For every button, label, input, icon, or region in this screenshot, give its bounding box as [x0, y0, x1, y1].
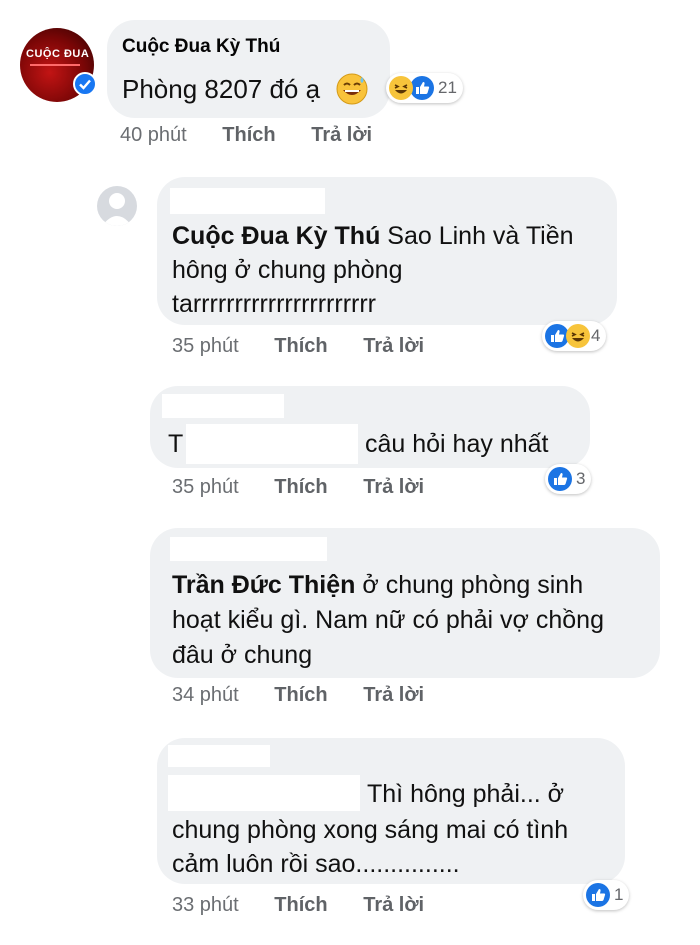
- comment-text: cảm luôn rồi sao...............: [172, 850, 460, 878]
- reply-button[interactable]: Trả lời: [363, 476, 424, 498]
- reply-button[interactable]: Trả lời: [363, 335, 424, 357]
- comment-text: T: [168, 430, 184, 458]
- comment-text: hông ở chung phòng: [172, 256, 403, 284]
- reaction-summary[interactable]: 21: [386, 73, 463, 103]
- redacted-author-name: [168, 745, 270, 767]
- comment-line: Trần Đức Thiện ở chung phòng sinh: [172, 569, 583, 601]
- like-button[interactable]: Thích: [274, 335, 327, 357]
- comment-actions: 35 phút Thích Trả lời: [172, 335, 454, 358]
- reaction-count: 21: [438, 78, 457, 97]
- comment-text: chung phòng xong sáng mai có tình: [172, 816, 569, 844]
- verified-badge-icon: [73, 72, 97, 96]
- comment-actions: 40 phút Thích Trả lời: [120, 124, 402, 147]
- comment-text: tarrrrrrrrrrrrrrrrrrrrrr: [172, 290, 377, 318]
- comment-time[interactable]: 40 phút: [120, 124, 187, 146]
- reply-button[interactable]: Trả lời: [363, 684, 424, 706]
- redacted-text: [168, 775, 360, 811]
- reply-button[interactable]: Trả lời: [363, 894, 424, 916]
- mentioned-user[interactable]: Cuộc Đua Kỳ Thú: [172, 222, 380, 250]
- redacted-author-name: [162, 394, 284, 418]
- comment-text: câu hỏi hay nhất: [365, 430, 549, 458]
- comment-time[interactable]: 33 phút: [172, 894, 239, 916]
- comment-time[interactable]: 34 phút: [172, 684, 239, 706]
- like-reaction-icon: [586, 883, 610, 907]
- redacted-author-name: [170, 537, 327, 561]
- sweat-smile-emoji-icon: [335, 72, 369, 106]
- comment-actions: 33 phút Thích Trả lời: [172, 894, 454, 917]
- like-reaction-icon: [548, 467, 572, 491]
- comment-time[interactable]: 35 phút: [172, 335, 239, 357]
- reaction-count: 4: [591, 326, 601, 345]
- redacted-author-name: [170, 188, 325, 214]
- like-button[interactable]: Thích: [274, 684, 327, 706]
- like-button[interactable]: Thích: [222, 124, 275, 146]
- comment-text: Sao Linh và Tiền: [387, 222, 574, 250]
- reply-button[interactable]: Trả lời: [311, 124, 372, 146]
- comment-actions: 35 phút Thích Trả lời: [172, 476, 454, 499]
- user-avatar[interactable]: [97, 186, 137, 226]
- redacted-text: [186, 424, 358, 464]
- comment-author[interactable]: Cuộc Đua Kỳ Thú: [122, 36, 280, 58]
- reaction-summary[interactable]: 1: [583, 880, 630, 910]
- reaction-count: 3: [576, 469, 586, 488]
- like-button[interactable]: Thích: [274, 894, 327, 916]
- comment-time[interactable]: 35 phút: [172, 476, 239, 498]
- like-reaction-icon: [410, 76, 434, 100]
- mentioned-user[interactable]: Trần Đức Thiện: [172, 571, 355, 599]
- comment-text: ở chung phòng sinh: [362, 571, 584, 599]
- comment-text: đâu ở chung: [172, 641, 313, 669]
- comment-text: hoạt kiểu gì. Nam nữ có phải vợ chồng: [172, 606, 604, 634]
- comment-text: Thì hông phải... ở: [367, 780, 565, 808]
- reaction-count: 1: [614, 885, 624, 904]
- comment-text: Phòng 8207 đó ạ: [122, 74, 321, 104]
- reaction-summary[interactable]: 4: [542, 321, 607, 351]
- reaction-summary[interactable]: 3: [545, 464, 592, 494]
- like-button[interactable]: Thích: [274, 476, 327, 498]
- avatar-logo-text: CUỘC ĐUA: [26, 48, 90, 60]
- haha-reaction-icon: [389, 76, 413, 100]
- comment-line: Cuộc Đua Kỳ Thú Sao Linh và Tiền: [172, 220, 574, 252]
- comment-actions: 34 phút Thích Trả lời: [172, 684, 454, 707]
- haha-reaction-icon: [566, 324, 590, 348]
